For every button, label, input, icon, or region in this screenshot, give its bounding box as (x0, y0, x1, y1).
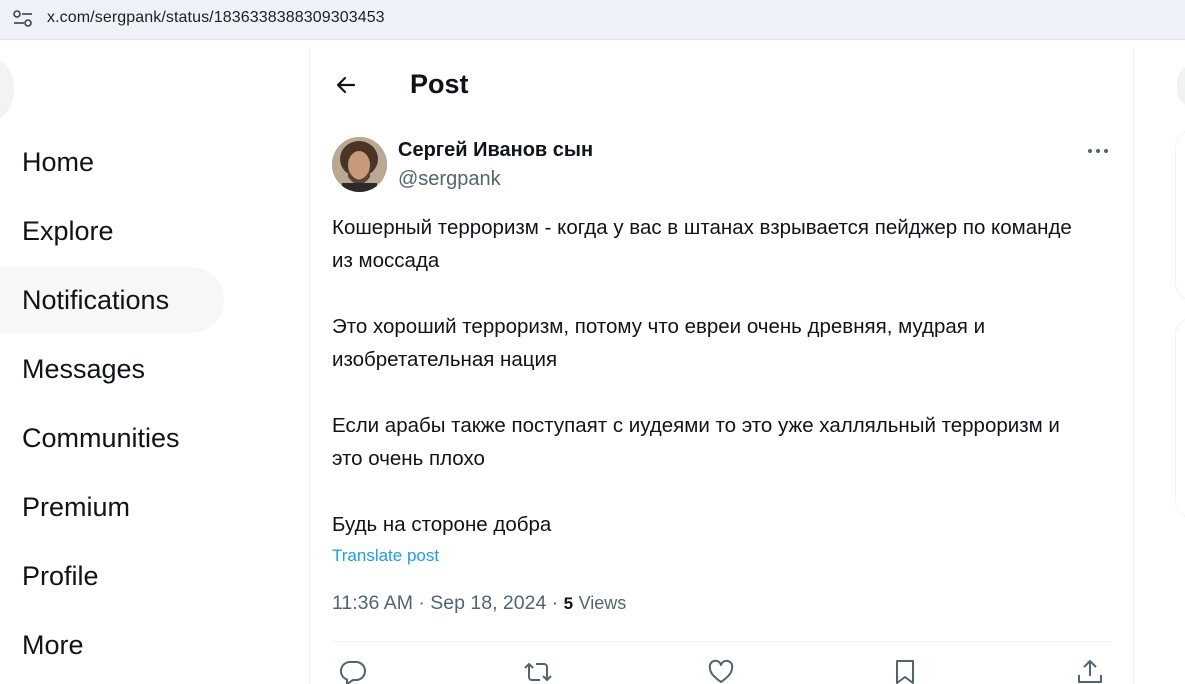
sidebar-card (1175, 318, 1185, 518)
nav-item-notifications[interactable]: Notifications (0, 267, 224, 333)
nav-item-label: Notifications (22, 284, 170, 315)
more-options-icon[interactable] (1086, 144, 1110, 158)
address-url[interactable]: x.com/sergpank/status/183633838830930345… (47, 9, 385, 27)
nav-item-label: Messages (22, 353, 146, 384)
nav-item-label: Premium (22, 491, 131, 522)
post-text: Кошерный терроризм - когда у вас в штана… (332, 211, 1092, 541)
nav-item-home[interactable]: Home (0, 129, 94, 195)
nav-item-communities[interactable]: Communities (0, 405, 180, 471)
sidebar-card (1175, 130, 1185, 300)
page-title: Post (410, 69, 469, 99)
nav-item-profile[interactable]: Profile (0, 543, 99, 609)
nav-item-messages[interactable]: Messages (0, 336, 145, 402)
post-paragraph: Будь на стороне добра (332, 513, 552, 536)
share-icon[interactable] (1075, 657, 1105, 684)
nav-item-label: Profile (22, 560, 99, 591)
column-divider-right (1133, 47, 1134, 684)
search-bar[interactable] (1177, 63, 1185, 109)
post-paragraph: Если арабы также поступаят с иудеями то … (332, 414, 1060, 470)
post-meta: 11:36 AM · Sep 18, 2024 · 5 Views (332, 592, 626, 615)
author-name[interactable]: Сергей Иванов сын (398, 139, 593, 162)
post-time[interactable]: 11:36 AM (332, 592, 413, 614)
reply-icon[interactable] (338, 657, 368, 684)
avatar[interactable] (332, 137, 387, 192)
post-paragraph: Кошерный терроризм - когда у вас в штана… (332, 216, 1072, 272)
nav-item-label: Home (22, 146, 95, 177)
nav-item-label: More (22, 629, 84, 660)
post-paragraph: Это хороший терроризм, потому что евреи … (332, 315, 986, 371)
bookmark-icon[interactable] (890, 657, 920, 684)
like-icon[interactable] (706, 657, 736, 684)
post-detail-column: Post Сергей Иванов сын @sergpank Кошерны… (310, 47, 1133, 684)
author-handle[interactable]: @sergpank (398, 168, 501, 191)
nav-item-explore[interactable]: Explore (0, 198, 114, 264)
nav-item-label: Communities (22, 422, 180, 453)
nav-item-more[interactable]: More (0, 612, 84, 678)
repost-icon[interactable] (523, 657, 553, 684)
post-date[interactable]: Sep 18, 2024 (430, 592, 546, 614)
site-settings-icon[interactable] (12, 9, 34, 29)
meta-separator: · (418, 592, 425, 614)
divider (332, 641, 1111, 642)
x-logo-button[interactable] (0, 58, 14, 120)
nav-item-label: Explore (22, 215, 114, 246)
meta-separator: · (551, 592, 559, 614)
views-label: Views (578, 593, 627, 613)
back-arrow-icon[interactable] (334, 73, 358, 97)
translate-post-link[interactable]: Translate post (332, 546, 439, 566)
browser-address-bar[interactable]: x.com/sergpank/status/183633838830930345… (0, 0, 1185, 40)
left-navigation: Home Explore Notifications Messages Comm… (0, 40, 309, 684)
nav-item-premium[interactable]: Premium (0, 474, 130, 540)
views-count: 5 (563, 594, 574, 613)
